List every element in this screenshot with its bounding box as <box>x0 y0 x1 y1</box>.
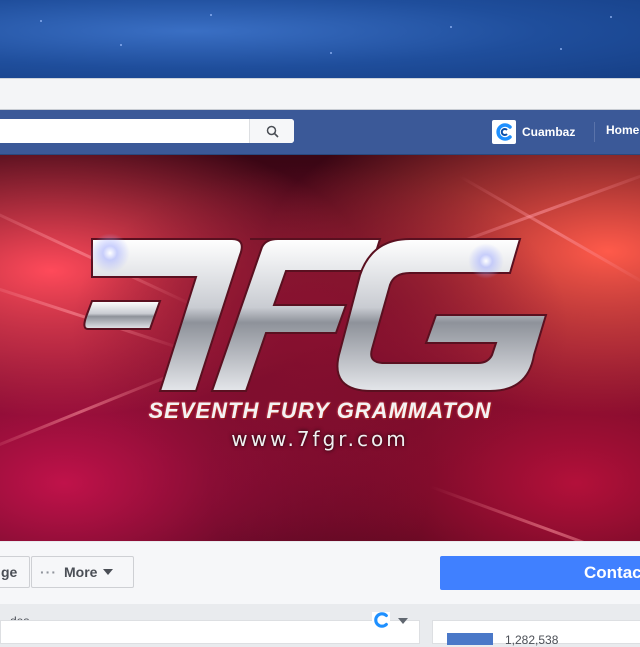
page-logo-icon[interactable] <box>372 612 390 628</box>
like-page-button[interactable]: ge <box>0 556 30 588</box>
avatar <box>492 120 516 144</box>
home-link[interactable]: Home <box>606 123 639 137</box>
contact-us-button[interactable]: Contac <box>440 556 640 590</box>
more-button[interactable]: ··· More <box>31 556 134 588</box>
caret-down-icon <box>103 569 114 575</box>
left-card <box>0 620 420 644</box>
search-icon <box>266 125 279 138</box>
right-card: 1,282,538 <box>432 620 640 647</box>
nav-divider <box>594 122 595 142</box>
likes-icon <box>447 633 493 645</box>
page-content-area: ...des 1,282,538 <box>0 604 640 647</box>
profile-logo-icon <box>496 123 512 141</box>
search-button[interactable] <box>249 119 294 143</box>
contact-label: Contac <box>584 563 640 582</box>
facebook-top-bar: Cuambaz Home <box>0 110 640 155</box>
search-box <box>0 119 294 143</box>
more-label: More <box>64 564 98 580</box>
page-action-bar: ge ··· More Contac <box>0 542 640 604</box>
cover-photo[interactable]: SEVENTH FURY GRAMMATON www.7fgr.com <box>0 155 640 541</box>
like-page-label: ge <box>1 564 18 580</box>
cover-tagline: SEVENTH FURY GRAMMATON <box>148 398 492 423</box>
desktop-background <box>0 0 640 78</box>
profile-link[interactable]: Cuambaz <box>492 118 575 146</box>
post-options-caret-icon[interactable] <box>398 618 408 624</box>
likes-count: 1,282,538 <box>505 633 559 647</box>
more-dots-icon: ··· <box>40 564 57 580</box>
search-input[interactable] <box>4 119 248 143</box>
browser-chrome <box>0 78 640 110</box>
cover-url: www.7fgr.com <box>231 427 409 451</box>
profile-name: Cuambaz <box>522 125 576 139</box>
cover-logo <box>83 238 548 392</box>
